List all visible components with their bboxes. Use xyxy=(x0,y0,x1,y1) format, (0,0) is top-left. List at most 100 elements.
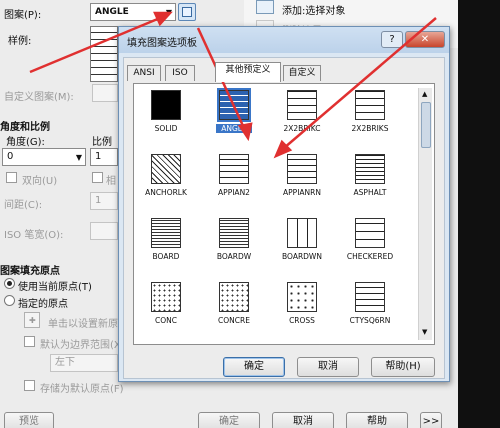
pattern-item-angle[interactable]: ANGLE xyxy=(208,88,272,144)
pattern-combobox[interactable]: ANGLE ▼ xyxy=(90,3,176,21)
pattern-item-ctysq6rn[interactable]: CTYSQ6RN xyxy=(344,282,408,336)
pattern-swatch-asphalt xyxy=(355,154,385,184)
main-help-button[interactable]: 帮助 xyxy=(346,412,408,428)
pattern-item-boardwn[interactable]: BOARDWN xyxy=(276,218,340,272)
scale-value: 1 xyxy=(95,151,102,162)
specified-origin-radio[interactable] xyxy=(4,295,15,306)
pattern-swatch-angle xyxy=(217,88,251,122)
swatch-label: 样例: xyxy=(8,36,32,47)
preview-button[interactable]: 预览 xyxy=(4,412,54,428)
default-boundary-checkbox[interactable] xyxy=(24,336,35,347)
pattern-item-asphalt[interactable]: ASPHALT xyxy=(344,154,408,208)
angle-scale-title: 角度和比例 xyxy=(0,122,50,133)
relative-checkbox[interactable] xyxy=(92,172,103,183)
pattern-name: CONCRE xyxy=(218,316,250,325)
main-ok-button[interactable]: 确定 xyxy=(198,412,260,428)
pattern-name: CONC xyxy=(155,316,177,325)
dialog-cancel-button[interactable]: 取消 xyxy=(297,357,359,377)
spacing-label: 间距(C): xyxy=(4,200,43,211)
scroll-thumb[interactable] xyxy=(421,102,431,148)
pattern-name: ANGLE xyxy=(216,124,252,133)
pattern-item-anchorlk[interactable]: ANCHORLK xyxy=(140,154,204,208)
pattern-name: 2X2BRIKC xyxy=(283,124,321,133)
pattern-swatch-2x2briks xyxy=(355,90,385,120)
spacing-value: 1 xyxy=(95,195,102,206)
double-label: 双向(U) xyxy=(22,176,58,187)
store-default-checkbox[interactable] xyxy=(24,380,35,391)
pattern-name: BOARDW xyxy=(216,252,252,261)
pattern-item-solid[interactable]: SOLID xyxy=(140,90,204,144)
pattern-swatch-appianrn xyxy=(287,154,317,184)
pattern-item-conc[interactable]: CONC xyxy=(140,282,204,336)
dialog-titlebar[interactable]: 填充图案选项板 ? ✕ xyxy=(119,27,449,53)
pattern-item-boardw[interactable]: BOARDW xyxy=(208,218,272,272)
pattern-value: ANGLE xyxy=(95,7,129,17)
scale-combobox[interactable]: 1 xyxy=(90,148,118,166)
angle-label: 角度(G): xyxy=(6,137,45,148)
pattern-item-concre[interactable]: CONCRE xyxy=(208,282,272,336)
use-current-origin-radio[interactable] xyxy=(4,278,15,289)
tab-ansi[interactable]: ANSI xyxy=(127,65,161,81)
click-set-origin-label: 单击以设置新原 xyxy=(48,319,118,330)
chevron-down-icon: ▼ xyxy=(75,153,82,162)
double-checkbox[interactable] xyxy=(6,172,17,183)
dialog-title: 填充图案选项板 xyxy=(127,38,197,49)
pattern-scrollbar[interactable]: ▲ ▼ xyxy=(418,88,432,340)
main-cancel-button[interactable]: 取消 xyxy=(272,412,334,428)
pattern-name: APPIANRN xyxy=(283,188,321,197)
pattern-item-2x2briks[interactable]: 2X2BRIKS xyxy=(344,90,408,144)
pattern-swatch-checkered xyxy=(355,218,385,248)
more-options-button[interactable]: >> xyxy=(420,412,442,428)
origin-title: 图案填充原点 xyxy=(0,266,60,277)
pattern-grid: SOLID ANGLE 2X2BRIKC 2X2BRIKS ANCHORLK APPIAN… xyxy=(133,83,435,345)
dialog-ok-button[interactable]: 确定 xyxy=(223,357,285,377)
scroll-down-icon[interactable]: ▼ xyxy=(422,328,427,336)
crosshair-icon: ✚ xyxy=(29,316,36,325)
pattern-item-appianrn[interactable]: APPIANRN xyxy=(276,154,340,208)
pattern-name: CHECKERED xyxy=(346,252,394,261)
pattern-name: 2X2BRIKS xyxy=(351,124,389,133)
store-default-label: 存储为默认原点(F) xyxy=(40,384,124,395)
pattern-name: CTYSQ6RN xyxy=(349,316,391,325)
tab-iso[interactable]: ISO xyxy=(165,65,195,81)
scale-label: 比例 xyxy=(92,137,112,148)
dialog-close-button[interactable]: ✕ xyxy=(405,31,445,48)
angle-combobox[interactable]: 0 ▼ xyxy=(2,148,86,166)
pattern-name: CROSS xyxy=(289,316,315,325)
hatch-pattern-palette-dialog: 填充图案选项板 ? ✕ ANSI ISO 其他预定义 自定义 SOLID ANGL… xyxy=(118,26,450,382)
dialog-help-button-bottom[interactable]: 帮助(H) xyxy=(371,357,435,377)
custom-pattern-label: 自定义图案(M): xyxy=(4,92,74,103)
pattern-item-cross[interactable]: CROSS xyxy=(276,282,340,336)
pattern-item-appian2[interactable]: APPIAN2 xyxy=(208,154,272,208)
pattern-name: APPIAN2 xyxy=(218,188,250,197)
iso-pen-width-combobox[interactable] xyxy=(90,222,118,240)
pattern-name: ANCHORLK xyxy=(145,188,187,197)
pattern-swatch[interactable] xyxy=(90,26,118,82)
pattern-item-checkered[interactable]: CHECKERED xyxy=(344,218,408,272)
custom-pattern-combobox[interactable] xyxy=(92,84,118,102)
pattern-swatch-anchorlk xyxy=(151,154,181,184)
boundary-position-combobox[interactable]: 左下 xyxy=(50,354,118,372)
spacing-input[interactable]: 1 xyxy=(90,192,118,210)
select-objects-icon[interactable] xyxy=(256,0,274,14)
specified-origin-label: 指定的原点 xyxy=(18,299,68,310)
scroll-up-icon[interactable]: ▲ xyxy=(422,90,427,98)
pattern-swatch-ctysq6rn xyxy=(355,282,385,312)
add-select-objects-label[interactable]: 添加:选择对象 xyxy=(282,2,345,17)
angle-value: 0 xyxy=(7,151,14,162)
tab-custom[interactable]: 自定义 xyxy=(283,65,321,81)
pattern-name: BOARDWN xyxy=(282,252,322,261)
pattern-swatch-board xyxy=(151,218,181,248)
use-current-origin-label: 使用当前原点(T) xyxy=(18,282,92,293)
relative-label: 相 xyxy=(106,176,116,187)
tab-other-predefined[interactable]: 其他预定义 xyxy=(215,62,281,82)
browse-pattern-button[interactable] xyxy=(178,3,196,21)
dialog-help-button[interactable]: ? xyxy=(381,31,403,48)
pattern-item-board[interactable]: BOARD xyxy=(140,218,204,272)
pick-origin-button[interactable]: ✚ xyxy=(24,312,40,328)
position-value: 左下 xyxy=(55,357,75,368)
pattern-name: ASPHALT xyxy=(353,188,387,197)
pattern-name: SOLID xyxy=(154,124,178,133)
pattern-swatch-concre xyxy=(219,282,249,312)
pattern-item-2x2brikc[interactable]: 2X2BRIKC xyxy=(276,90,340,144)
